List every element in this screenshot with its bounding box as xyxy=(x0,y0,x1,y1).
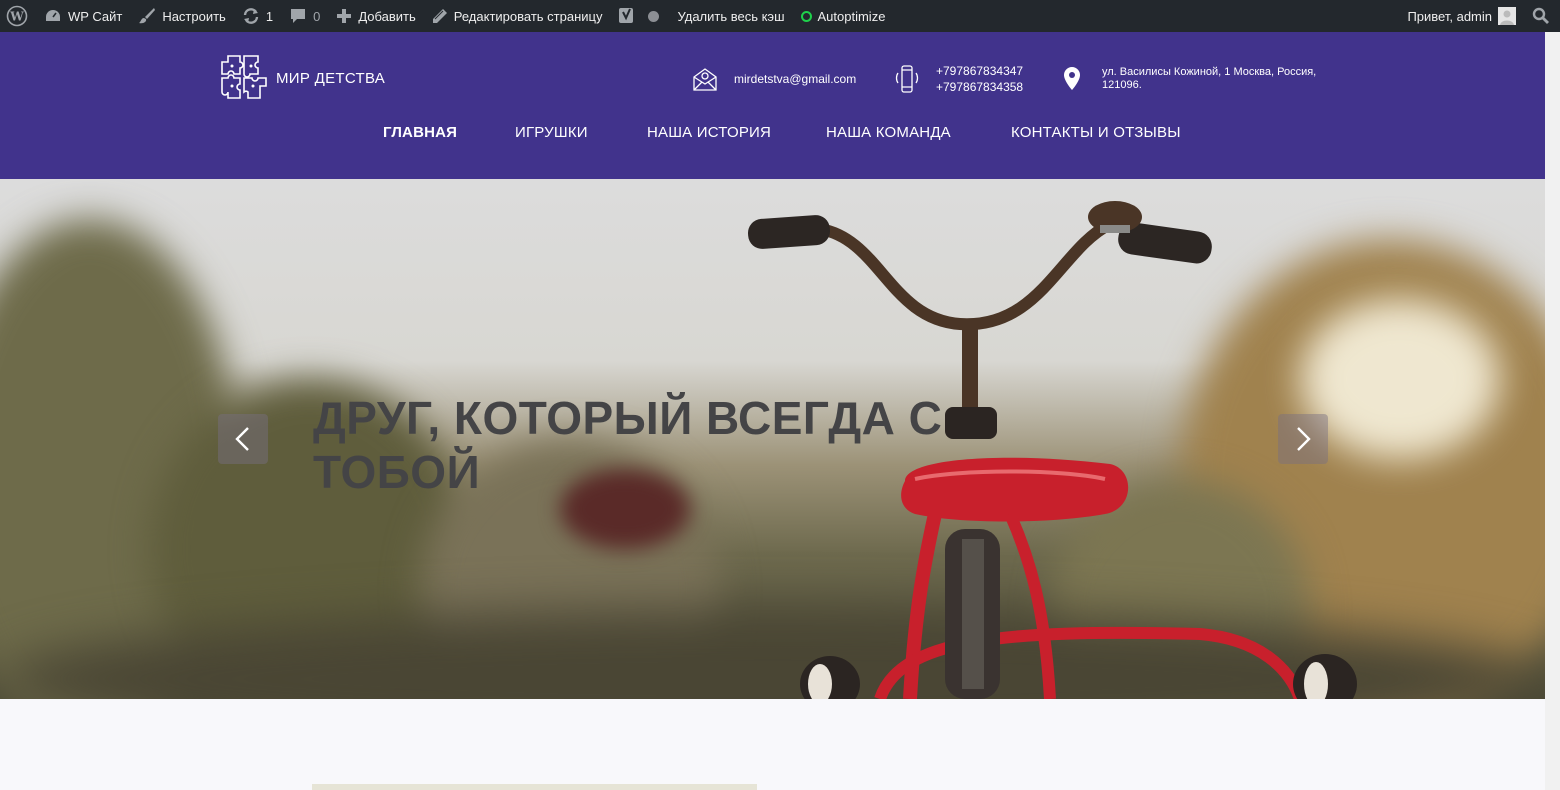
customize-label: Настроить xyxy=(162,8,226,24)
nav-item-toys[interactable]: Игрушки xyxy=(515,124,588,141)
add-new-label: Добавить xyxy=(358,8,416,24)
contact-address[interactable]: ул. Василисы Кожиной, 1 Москва, Россия, … xyxy=(1062,66,1316,92)
address-line-2: 121096. xyxy=(1102,79,1142,91)
comments-button[interactable]: 0 xyxy=(281,0,328,32)
contact-phones[interactable]: +797867834347 +797867834358 xyxy=(894,63,1023,95)
nav-item-contacts[interactable]: Контакты и отзывы xyxy=(1011,124,1181,141)
hero-title-line-1: Друг, который всегда с xyxy=(313,392,943,444)
phone-2[interactable]: +797867834358 xyxy=(936,79,1023,95)
edit-page-button[interactable]: Редактировать страницу xyxy=(424,0,611,32)
site-logo[interactable]: МИР ДЕТСТВА xyxy=(218,52,385,104)
search-icon xyxy=(1532,7,1549,24)
add-new-button[interactable]: Добавить xyxy=(328,0,423,32)
comment-icon xyxy=(289,7,307,25)
puzzle-logo-icon xyxy=(221,55,267,99)
svg-text:W: W xyxy=(9,10,24,24)
hero-title: Друг, который всегда с тобой xyxy=(313,391,993,499)
comments-count: 0 xyxy=(313,8,321,24)
hero-slider: Друг, который всегда с тобой xyxy=(0,179,1545,699)
site-name-button[interactable]: WP Сайт xyxy=(36,0,130,32)
brush-icon xyxy=(138,7,156,25)
greeting-label: Привет, admin xyxy=(1407,8,1492,24)
avatar xyxy=(1498,7,1516,25)
wordpress-icon: W xyxy=(6,5,28,27)
wp-admin-bar: W WP Сайт Настроить 1 0 Добавить Редакти… xyxy=(0,0,1560,32)
clear-cache-label: Удалить весь кэш xyxy=(677,8,785,24)
phone-1[interactable]: +797867834347 xyxy=(936,63,1023,79)
site-header: МИР ДЕТСТВА mirdetstva@gmail.com +797867… xyxy=(0,32,1560,179)
cache-status-indicator[interactable] xyxy=(644,0,667,32)
page-scrollbar[interactable] xyxy=(1545,32,1560,790)
logo-text: МИР ДЕТСТВА xyxy=(276,69,386,87)
pencil-icon xyxy=(432,8,448,24)
nav-item-our-story[interactable]: Наша история xyxy=(647,124,771,141)
chevron-right-icon xyxy=(1297,427,1311,451)
customize-button[interactable]: Настроить xyxy=(130,0,234,32)
envelope-icon xyxy=(692,66,718,92)
admin-search-button[interactable] xyxy=(1524,0,1560,32)
yoast-icon xyxy=(618,6,636,26)
content-card-top-edge xyxy=(312,784,757,790)
yoast-seo-button[interactable] xyxy=(610,0,644,32)
autoptimize-button[interactable]: Autoptimize xyxy=(793,0,894,32)
edit-page-label: Редактировать страницу xyxy=(453,8,603,24)
hero-title-line-2: тобой xyxy=(313,446,481,498)
updates-button[interactable]: 1 xyxy=(234,0,281,32)
updates-icon xyxy=(242,7,260,25)
nav-item-home[interactable]: Главная xyxy=(383,124,457,141)
chevron-left-icon xyxy=(235,427,249,451)
address-line-1: ул. Василисы Кожиной, 1 Москва, Россия, xyxy=(1102,66,1317,78)
dashboard-icon xyxy=(44,8,62,24)
content-section xyxy=(0,699,1545,790)
slider-next-button[interactable] xyxy=(1278,414,1328,464)
email-text: mirdetstva@gmail.com xyxy=(734,72,857,86)
slider-prev-button[interactable] xyxy=(218,414,268,464)
contact-email[interactable]: mirdetstva@gmail.com xyxy=(692,66,856,92)
site-name-label: WP Сайт xyxy=(68,8,123,24)
status-dot-grey-icon xyxy=(648,10,660,22)
nav-item-our-team[interactable]: Наша команда xyxy=(826,124,951,141)
mobile-phone-icon xyxy=(894,64,920,94)
status-dot-green-icon xyxy=(800,10,812,22)
main-navigation: Главная Игрушки Наша история Наша команд… xyxy=(0,124,1560,156)
my-account-button[interactable]: Привет, admin xyxy=(1399,0,1524,32)
wp-logo-button[interactable]: W xyxy=(0,0,36,32)
clear-cache-button[interactable]: Удалить весь кэш xyxy=(667,0,792,32)
plus-icon xyxy=(336,8,352,24)
map-pin-icon xyxy=(1062,66,1082,92)
updates-count: 1 xyxy=(265,8,274,24)
autoptimize-label: Autoptimize xyxy=(817,8,886,24)
